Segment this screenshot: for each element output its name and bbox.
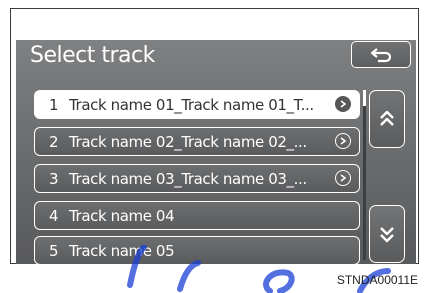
track-item-5[interactable]: 5 Track name 05 xyxy=(34,236,360,265)
track-number: 2 xyxy=(49,132,59,151)
page-down-button[interactable] xyxy=(369,205,405,263)
track-number: 1 xyxy=(49,95,59,114)
track-name: Track name 03_Track name 03_... xyxy=(69,169,307,188)
page-up-button[interactable] xyxy=(369,90,405,148)
track-name: Track name 04 xyxy=(69,206,175,225)
track-name: Track name 02_Track name 02_... xyxy=(69,132,307,151)
back-arrow-icon xyxy=(370,47,392,62)
figure-code: STNDA00011E xyxy=(336,273,418,287)
chevron-right-icon xyxy=(340,174,347,182)
more-info-button[interactable] xyxy=(335,133,351,149)
track-name: Track name 05 xyxy=(69,241,175,260)
double-chevron-down-icon xyxy=(380,227,394,243)
track-item-4[interactable]: 4 Track name 04 xyxy=(34,201,360,230)
scrollbar[interactable] xyxy=(363,90,366,260)
track-number: 3 xyxy=(49,169,59,188)
back-button[interactable] xyxy=(351,41,411,68)
scrollbar-thumb[interactable] xyxy=(363,90,366,106)
more-info-button[interactable] xyxy=(335,170,351,186)
more-info-button[interactable] xyxy=(335,96,351,112)
track-item-1[interactable]: 1 Track name 01_Track name 01_T... xyxy=(34,90,360,119)
track-number: 5 xyxy=(49,241,59,260)
chevron-right-icon xyxy=(340,137,347,145)
track-item-3[interactable]: 3 Track name 03_Track name 03_... xyxy=(34,164,360,193)
track-name: Track name 01_Track name 01_T... xyxy=(69,95,314,114)
track-item-2[interactable]: 2 Track name 02_Track name 02_... xyxy=(34,127,360,156)
track-number: 4 xyxy=(49,206,59,225)
double-chevron-up-icon xyxy=(380,110,394,126)
chevron-right-icon xyxy=(340,100,347,108)
screen-title: Select track xyxy=(30,43,155,68)
